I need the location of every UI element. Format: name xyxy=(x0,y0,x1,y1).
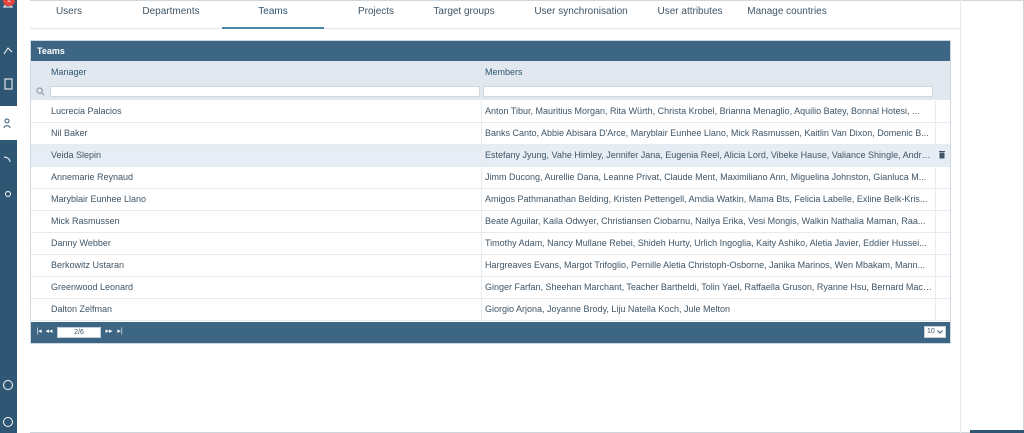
members-cell: Estefany Jyung, Vahe Himley, Jennifer Ja… xyxy=(485,150,932,160)
next-page-icon[interactable]: ▸▸ xyxy=(104,327,114,337)
manager-cell: Maryblair Eunhee Llano xyxy=(51,194,147,204)
manager-cell: Veida Slepin xyxy=(51,150,102,160)
manager-cell: Annemarie Reynaud xyxy=(51,172,134,182)
members-cell: Banks Canto, Abbie Abisara D'Arce, Maryb… xyxy=(485,128,929,138)
tab-projects[interactable]: Projects xyxy=(342,0,410,27)
members-cell: Ginger Farfan, Sheehan Marchant, Teacher… xyxy=(485,282,932,292)
nav-gutter xyxy=(17,0,30,433)
manager-cell: Lucrecia Palacios xyxy=(51,106,122,116)
manager-cell: Nil Baker xyxy=(51,128,88,138)
column-divider xyxy=(481,211,482,232)
first-page-icon[interactable]: |◂ xyxy=(34,327,44,337)
manager-cell: Berkowitz Ustaran xyxy=(51,260,125,270)
members-filter-input[interactable] xyxy=(483,86,933,97)
table-row[interactable]: Maryblair Eunhee Llano Amigos Pathmanath… xyxy=(31,189,950,211)
right-divider xyxy=(960,0,961,433)
column-divider xyxy=(935,255,936,276)
last-page-icon[interactable]: ▸| xyxy=(115,327,125,337)
table-row[interactable]: Dalton Zelfman Giorgio Arjona, Joyanne B… xyxy=(31,299,950,321)
column-divider xyxy=(481,277,482,298)
column-divider xyxy=(481,299,482,320)
tab-teams[interactable]: Teams xyxy=(222,0,324,29)
page-size-select[interactable]: 10 xyxy=(924,326,946,338)
manager-filter-input[interactable] xyxy=(50,86,480,97)
column-divider xyxy=(935,299,936,320)
table-row[interactable]: Lucrecia Palacios Anton Tibur, Mauritius… xyxy=(31,101,950,123)
column-header-members[interactable]: Members xyxy=(480,61,950,83)
column-divider xyxy=(481,101,482,122)
column-divider xyxy=(935,167,936,188)
column-divider xyxy=(935,233,936,254)
delete-icon[interactable] xyxy=(939,151,945,159)
tab-bar: Users Departments Teams Projects Target … xyxy=(30,0,960,29)
column-divider xyxy=(481,123,482,144)
document-icon[interactable] xyxy=(2,78,14,90)
settings-icon[interactable] xyxy=(2,188,14,200)
panel-title: Teams xyxy=(31,41,950,61)
search-icon xyxy=(36,87,45,96)
members-cell: Giorgio Arjona, Joyanne Brody, Liju Nate… xyxy=(485,304,730,314)
column-divider xyxy=(935,123,936,144)
chevron-down-icon xyxy=(937,330,943,334)
bell-icon[interactable]: 1 xyxy=(2,0,15,10)
tab-target-groups[interactable]: Target groups xyxy=(416,0,512,27)
nav-item-users-active[interactable] xyxy=(0,106,17,140)
tab-users[interactable]: Users xyxy=(30,0,108,27)
members-cell: Timothy Adam, Nancy Mullane Rebei, Shide… xyxy=(485,238,927,248)
members-cell: Anton Tibur, Mauritius Morgan, Rita Würt… xyxy=(485,106,920,116)
manager-cell: Dalton Zelfman xyxy=(51,304,113,314)
tab-user-attributes[interactable]: User attributes xyxy=(644,0,736,27)
table-row[interactable]: Berkowitz Ustaran Hargreaves Evans, Marg… xyxy=(31,255,950,277)
table-row[interactable]: Danny Webber Timothy Adam, Nancy Mullane… xyxy=(31,233,950,255)
members-cell: Hargreaves Evans, Margot Trifoglio, Pern… xyxy=(485,260,926,270)
column-divider xyxy=(935,277,936,298)
column-divider xyxy=(481,189,482,210)
tab-departments[interactable]: Departments xyxy=(130,0,212,27)
info-icon[interactable] xyxy=(2,379,14,391)
previous-page-icon[interactable]: ◂◂ xyxy=(44,327,54,337)
column-divider xyxy=(935,211,936,232)
members-cell: Jimm Ducong, Aurellie Dana, Leanne Priva… xyxy=(485,172,927,182)
manager-cell: Mick Rasmussen xyxy=(51,216,120,226)
column-divider xyxy=(481,255,482,276)
teams-panel: Teams Manager Members Lucrecia Palacios … xyxy=(30,40,951,344)
manager-cell: Danny Webber xyxy=(51,238,111,248)
members-cell: Amigos Pathmanathan Belding, Kristen Pet… xyxy=(485,194,928,204)
page-indicator-input[interactable]: 2/6 xyxy=(57,327,101,338)
column-divider xyxy=(935,189,936,210)
column-divider xyxy=(935,101,936,122)
pagination-bar: |◂ ◂◂ 2/6 ▸▸ ▸| 10 xyxy=(31,322,950,343)
table-row[interactable]: Nil Baker Banks Canto, Abbie Abisara D'A… xyxy=(31,123,950,145)
table-row[interactable]: Mick Rasmussen Beate Aguilar, Kaila Odwy… xyxy=(31,211,950,233)
tab-manage-countries[interactable]: Manage countries xyxy=(742,0,832,27)
side-navigation: 1 xyxy=(0,0,17,433)
table-row[interactable]: Greenwood Leonard Ginger Farfan, Sheehan… xyxy=(31,277,950,299)
manager-cell: Greenwood Leonard xyxy=(51,282,134,292)
table-row[interactable]: Annemarie Reynaud Jimm Ducong, Aurellie … xyxy=(31,167,950,189)
help-icon[interactable] xyxy=(2,416,14,428)
column-divider xyxy=(481,145,482,166)
tab-user-synchronisation[interactable]: User synchronisation xyxy=(530,0,632,27)
feed-icon[interactable] xyxy=(2,152,14,164)
column-header-manager[interactable]: Manager xyxy=(31,61,480,83)
column-divider xyxy=(481,233,482,254)
table-row-selected[interactable]: Veida Slepin Estefany Jyung, Vahe Himley… xyxy=(31,145,950,167)
members-cell: Beate Aguilar, Kaila Odwyer, Christianse… xyxy=(485,216,926,226)
column-divider xyxy=(481,167,482,188)
page-size-value: 10 xyxy=(927,328,935,335)
share-icon[interactable] xyxy=(2,44,14,56)
users-icon xyxy=(3,118,11,129)
